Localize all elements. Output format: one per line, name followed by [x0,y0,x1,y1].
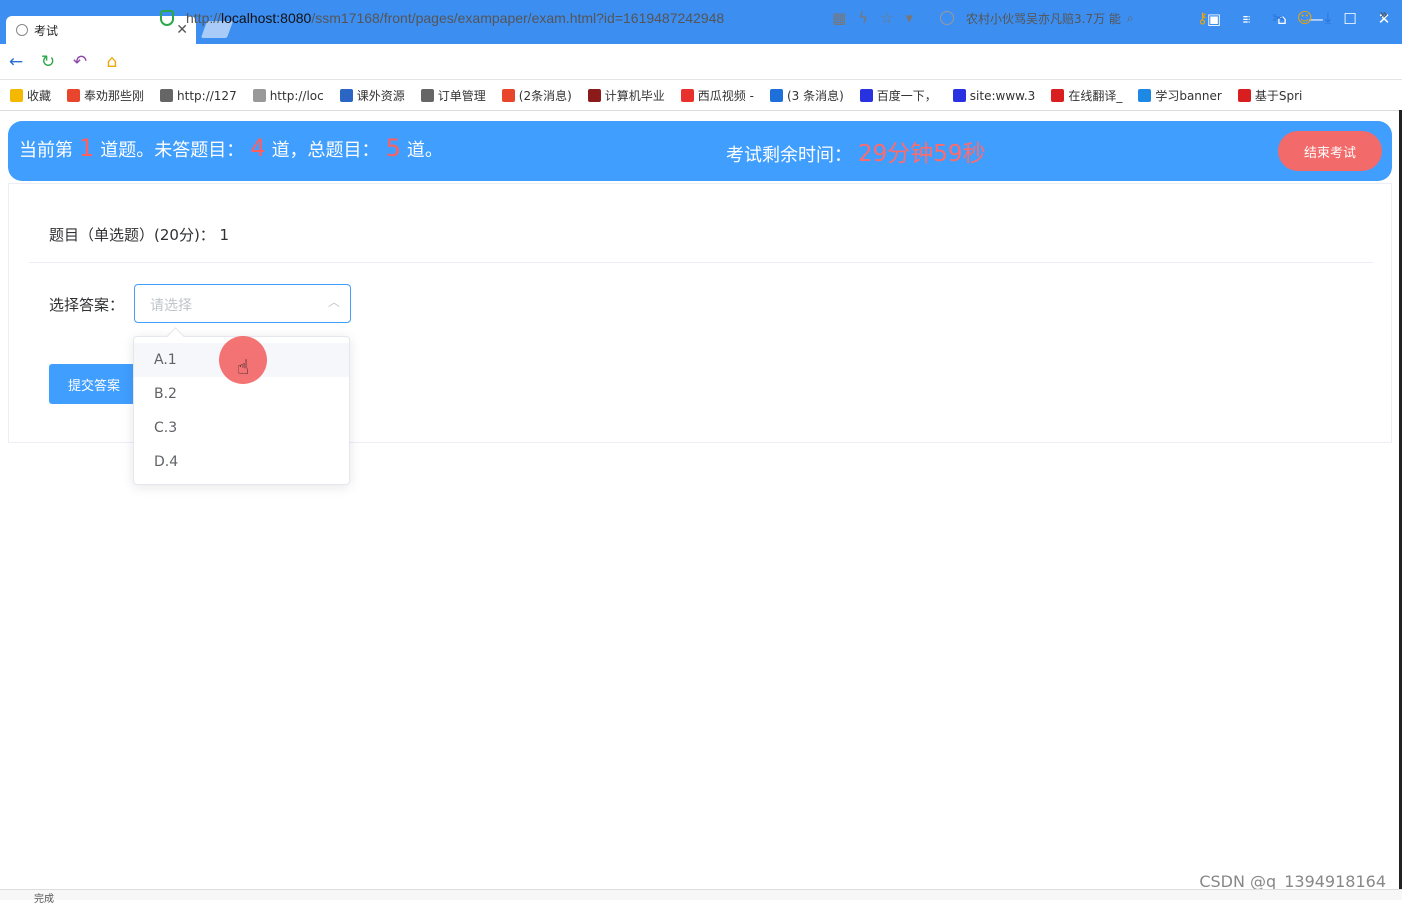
chevron-up-icon: ︿ [327,295,340,309]
exam-header: 当前第 1 道题。未答题目： 4 道，总题目： 5 道。 考试剩余时间： 29分… [8,121,1392,181]
maximize-icon[interactable]: ☐ [1340,10,1360,28]
bookmark-label: 百度一下， [876,89,937,103]
bookmark-icon [952,89,966,102]
reload-icon[interactable]: ↻ [32,52,64,72]
bookmark-item[interactable]: 奉劝那些刚 [67,87,144,104]
end-exam-button[interactable]: 结束考试 [1278,131,1382,171]
search-engine-icon [940,11,954,25]
unanswered-count: 4 [250,134,266,162]
bookmark-icon [587,89,601,102]
option-d[interactable]: D.4 [134,445,349,479]
bookmark-item[interactable]: 百度一下， [859,87,937,104]
url-prefix: http:// [186,10,222,26]
bookmark-item[interactable]: site:www.3 [952,88,1036,103]
progress-suffix: 道。 [406,140,443,161]
bookmark-icon [420,89,434,102]
submit-answer-button[interactable]: 提交答案 [49,364,139,404]
back-icon[interactable]: ← [0,52,32,72]
bookmark-icon [859,89,873,102]
hand-cursor-icon: ☝ [237,355,250,379]
scissors-icon[interactable]: ✂ [1272,9,1285,30]
bookmark-item[interactable]: (2条消息) [501,87,572,104]
option-c[interactable]: C.3 [134,411,349,445]
progress-text: 当前第 1 道题。未答题目： 4 道，总题目： 5 道。 [19,134,443,162]
bookmark-icon [501,89,515,102]
search-icon[interactable]: ⌕ [1127,11,1134,26]
bookmark-icon [1138,89,1152,102]
status-bar: 完成 [0,889,1402,905]
undo-icon[interactable]: ↶ [64,52,96,72]
bookmark-icon [339,89,353,102]
timer-value: 29分钟59秒 [858,141,986,167]
bookmark-item[interactable]: 课外资源 [339,87,405,104]
bookmark-label: 课外资源 [356,89,405,103]
tab-favicon-icon [16,24,28,36]
translate-icon[interactable]: 译 [1170,9,1185,30]
unanswered-label: 道题。未答题目： [100,140,245,161]
total-label: 道，总题目： [271,140,380,161]
bookmark-label: http://loc [269,88,324,103]
bookmark-item[interactable]: 学习banner [1138,87,1222,104]
current-question-number: 1 [79,134,95,162]
divider [29,262,1373,263]
bookmark-icon [67,89,81,102]
bookmark-label: 在线翻译_ [1068,89,1123,103]
bookmark-label: 西瓜视频 - [697,89,754,103]
bookmark-item[interactable]: (3 条消息) [769,87,844,104]
bookmark-item[interactable]: 计算机毕业 [587,87,665,104]
timer-label: 考试剩余时间： [726,145,852,166]
bookmark-label: http://127 [177,88,237,103]
answer-select[interactable]: 请选择 ︿ [134,284,351,323]
star-icon[interactable]: ☆ [880,9,893,27]
progress-prefix: 当前第 [19,140,73,161]
bookmark-label: (3 条消息) [786,89,844,103]
search-input[interactable]: 农村小伙骂吴亦凡赔3.7万 能 ⌕ [940,8,1155,28]
bookmark-icon [10,89,23,102]
download-icon[interactable]: ⤓ [1325,9,1332,30]
bookmark-label: 订单管理 [437,89,486,103]
dropdown-icon[interactable]: ▾ [906,9,914,27]
bookmarks-bar: 收藏 奉劝那些刚 http://127 http://loc 课外资源 订单管理 (2条消息… [0,81,1402,111]
bookmarks-more-icon[interactable]: » [1379,7,1388,23]
search-text: 农村小伙骂吴亦凡赔3.7万 能 [966,11,1121,26]
bookmark-item[interactable]: http://loc [252,88,324,103]
bookmark-label: site:www.3 [969,88,1036,103]
lightning-icon[interactable]: ϟ [858,9,868,27]
secure-shield-icon [160,10,174,26]
bookmark-item[interactable]: http://127 [160,89,237,103]
url-host: localhost:8080 [221,10,312,26]
bookmark-item[interactable]: 订单管理 [420,87,486,104]
bookmark-item[interactable]: 在线翻译_ [1051,87,1122,104]
select-placeholder: 请选择 [150,298,192,314]
bookmark-icon [160,89,174,102]
extension-icon[interactable]: ▤ [1220,9,1234,30]
bookmark-label: 奉劝那些刚 [84,89,145,103]
bookmark-label: 计算机毕业 [604,89,665,103]
question-title: 题目（单选题）(20分)： 1 [49,226,230,244]
emoji-icon[interactable]: ☺ [1297,9,1313,30]
bookmark-label: 学习banner [1155,89,1222,103]
bookmark-icon [252,89,266,102]
key-icon[interactable]: ⚷ [1197,9,1208,30]
url-path: /ssm17168/front/pages/exampaper/exam.htm… [311,10,725,26]
tab-title: 考试 [34,23,59,38]
video-icon[interactable]: ▣ [1246,9,1260,30]
total-count: 5 [385,134,401,162]
bookmark-item[interactable]: 收藏 [10,87,51,104]
bookmark-label: 收藏 [27,89,52,103]
url-input[interactable]: http://localhost:8080/ssm17168/front/pag… [186,10,724,26]
address-bar: ← ↻ ↶ ⌂ [0,44,1402,80]
bookmark-item[interactable]: 西瓜视频 - [680,87,754,104]
answer-label: 选择答案： [49,296,125,314]
bookmark-icon [1051,89,1065,102]
bookmark-icon [1237,89,1251,102]
bookmark-icon [680,89,694,102]
bookmark-item[interactable]: 基于Spri [1237,87,1303,104]
bookmark-icon [769,89,783,102]
qr-code-icon[interactable]: ▦ [832,9,846,27]
bookmark-label: 基于Spri [1254,89,1303,103]
home-icon[interactable]: ⌂ [96,52,128,72]
timer: 考试剩余时间： 29分钟59秒 [726,134,986,168]
bookmark-label: (2条消息) [518,89,572,103]
